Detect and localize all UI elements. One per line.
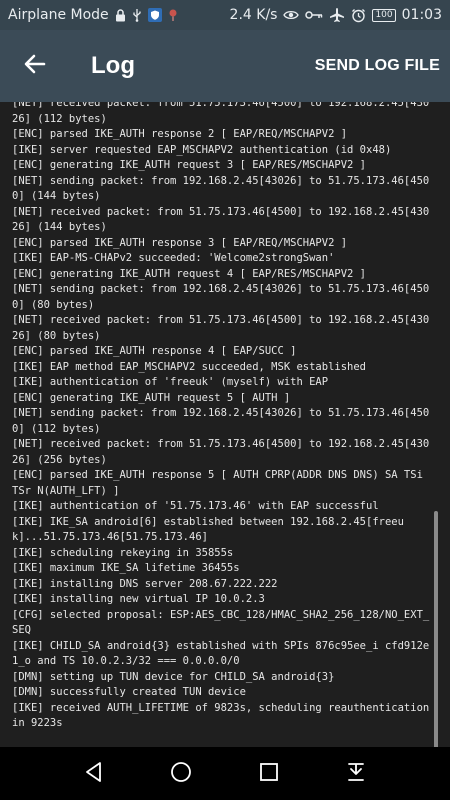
recents-square-icon bbox=[259, 762, 279, 786]
log-line: [IKE] installing DNS server 208.67.222.2… bbox=[12, 577, 278, 590]
back-button[interactable] bbox=[15, 46, 55, 86]
log-line: [ENC] generating IKE_AUTH request 4 [ EA… bbox=[12, 267, 367, 280]
nav-notification-button[interactable] bbox=[336, 754, 376, 794]
log-line: [ENC] generating IKE_AUTH request 3 [ EA… bbox=[12, 159, 367, 171]
arrow-left-icon bbox=[23, 52, 47, 80]
status-bar: Airplane Mode 2.4 K/s 100 01:03 bbox=[0, 0, 450, 30]
network-speed: 2.4 K/s bbox=[229, 7, 278, 23]
log-line: [NET] received packet: from 51.75.173.46… bbox=[12, 102, 430, 125]
nav-home-button[interactable] bbox=[161, 754, 201, 794]
log-line: [ENC] generating IKE_AUTH request 5 [ AU… bbox=[12, 391, 291, 404]
log-line: [IKE] CHILD_SA android{3} established wi… bbox=[12, 639, 430, 668]
log-line: [ENC] parsed IKE_AUTH response 4 [ EAP/S… bbox=[12, 345, 297, 357]
system-nav-bar bbox=[0, 747, 450, 800]
log-line: [IKE] authentication of '51.75.173.46' w… bbox=[12, 500, 379, 512]
alarm-icon bbox=[351, 7, 366, 23]
battery-level: 100 bbox=[372, 8, 396, 22]
log-line: [NET] received packet: from 51.75.173.46… bbox=[12, 314, 430, 342]
send-log-file-button[interactable]: SEND LOG FILE bbox=[315, 57, 440, 75]
log-line: [IKE] maximum IKE_SA lifetime 36455s bbox=[12, 562, 240, 574]
log-view[interactable]: [NET] received packet: from 51.75.173.46… bbox=[0, 102, 450, 747]
airplane-icon bbox=[329, 7, 345, 23]
log-line: [IKE] installing new virtual IP 10.0.2.3 bbox=[12, 593, 265, 605]
log-line: [DMN] setting up TUN device for CHILD_SA… bbox=[12, 670, 335, 683]
log-line: [NET] received packet: from 51.75.173.46… bbox=[12, 205, 430, 234]
key-icon bbox=[305, 7, 323, 23]
log-line: [IKE] IKE_SA android[6] established betw… bbox=[12, 515, 404, 544]
clock: 01:03 bbox=[401, 7, 442, 23]
log-line: [IKE] authentication of 'freeuk' (myself… bbox=[12, 376, 329, 388]
usb-icon bbox=[132, 7, 142, 23]
log-list: [NET] received packet: from 51.75.173.46… bbox=[12, 102, 432, 732]
nav-back-button[interactable] bbox=[74, 754, 114, 794]
log-line: [IKE] received AUTH_LIFETIME of 9823s, s… bbox=[12, 701, 436, 730]
log-line: [IKE] scheduling rekeying in 35855s bbox=[12, 546, 234, 559]
scrollbar[interactable] bbox=[434, 511, 438, 747]
log-line: [NET] sending packet: from 192.168.2.45[… bbox=[12, 407, 430, 435]
log-line: [DMN] successfully created TUN device bbox=[12, 686, 246, 698]
log-line: [NET] sending packet: from 192.168.2.45[… bbox=[12, 174, 430, 203]
page-title: Log bbox=[91, 52, 135, 79]
log-line: [IKE] EAP-MS-CHAPv2 succeeded: 'Welcome2… bbox=[12, 252, 335, 264]
log-line: [IKE] server requested EAP_MSCHAPV2 auth… bbox=[12, 143, 392, 156]
back-triangle-icon bbox=[83, 761, 105, 787]
log-line: [CFG] selected proposal: ESP:AES_CBC_128… bbox=[12, 608, 430, 637]
shield-app-icon bbox=[147, 7, 162, 23]
log-line: [NET] sending packet: from 192.168.2.45[… bbox=[12, 283, 430, 311]
log-line: [IKE] EAP method EAP_MSCHAPV2 succeeded,… bbox=[12, 360, 367, 373]
status-airplane-mode-text: Airplane Mode bbox=[8, 7, 109, 23]
log-line: [ENC] parsed IKE_AUTH response 3 [ EAP/R… bbox=[12, 236, 348, 249]
home-circle-icon bbox=[169, 760, 193, 788]
notification-pull-icon bbox=[345, 761, 367, 787]
lock-icon bbox=[115, 7, 126, 23]
app-toolbar: Log SEND LOG FILE bbox=[0, 30, 450, 102]
log-line: [ENC] parsed IKE_AUTH response 2 [ EAP/R… bbox=[12, 128, 348, 140]
notification-icon bbox=[168, 7, 178, 23]
log-line: [ENC] parsed IKE_AUTH response 5 [ AUTH … bbox=[12, 469, 430, 497]
eye-icon bbox=[283, 7, 300, 23]
log-line: [NET] received packet: from 51.75.173.46… bbox=[12, 438, 430, 466]
nav-recents-button[interactable] bbox=[249, 754, 289, 794]
